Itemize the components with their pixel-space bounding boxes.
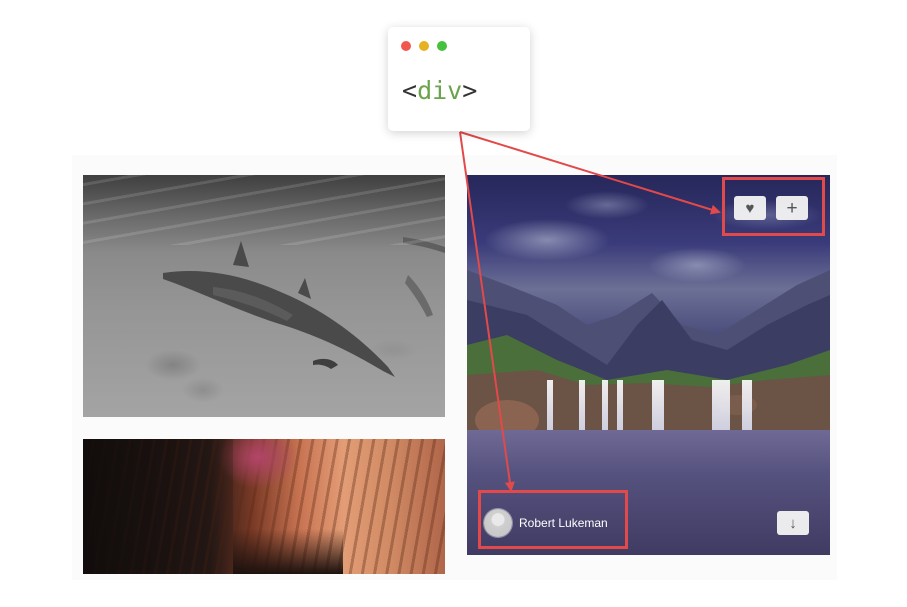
open-bracket: < [402, 76, 418, 105]
actions-highlight-box [722, 177, 825, 236]
author-highlight-box [478, 490, 628, 549]
close-dot-icon [401, 41, 411, 51]
waterfall-stream [547, 380, 553, 430]
waterfall-stream [602, 380, 608, 430]
dolphins-photo[interactable] [83, 175, 445, 417]
canyon-photo[interactable] [83, 439, 445, 574]
waterfall-stream [617, 380, 623, 430]
close-bracket: > [462, 76, 478, 105]
minimize-dot-icon [419, 41, 429, 51]
waterfall-stream [742, 380, 752, 430]
waterfall-stream [652, 380, 664, 430]
download-button[interactable]: ↓ [777, 511, 809, 535]
waterfall-stream [712, 380, 730, 430]
maximize-dot-icon [437, 41, 447, 51]
canyon-floor [233, 529, 343, 574]
waterfall-stream [579, 380, 585, 430]
code-window: <div> [388, 27, 530, 131]
tag-name: div [417, 76, 463, 105]
download-arrow-icon: ↓ [789, 514, 797, 532]
canyon-shadow [83, 439, 233, 574]
water-surface [83, 175, 445, 245]
code-snippet: <div> [402, 76, 477, 105]
